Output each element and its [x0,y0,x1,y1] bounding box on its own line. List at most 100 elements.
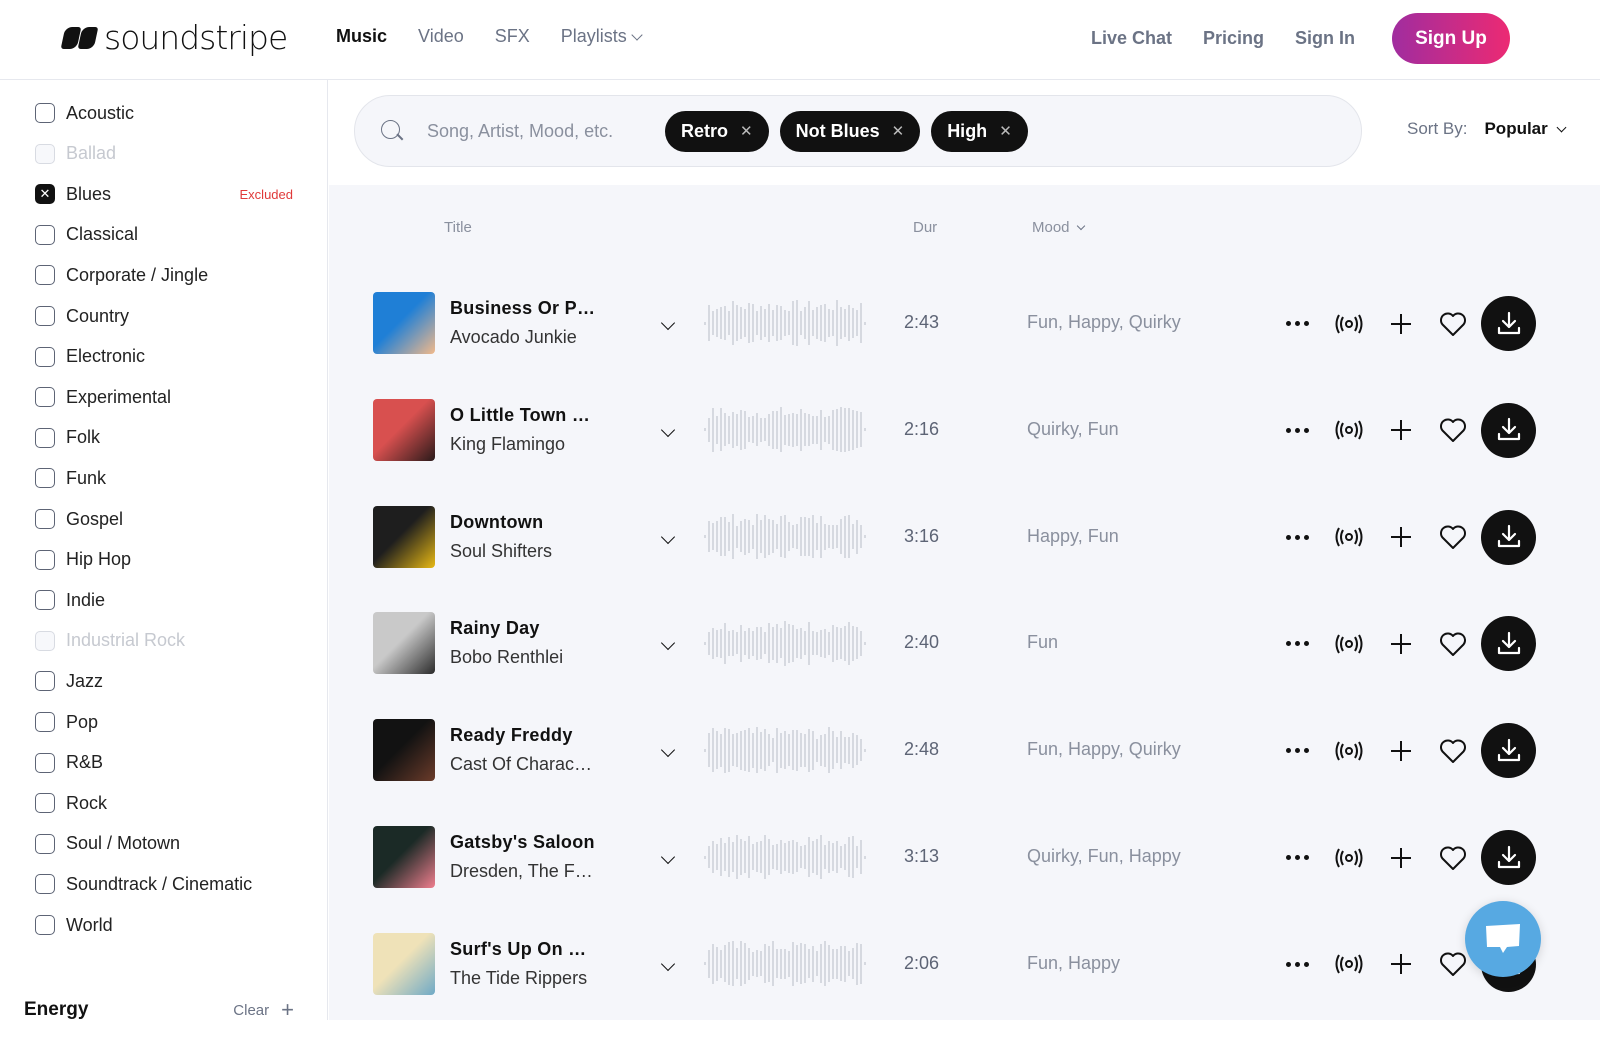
track-artist[interactable]: Dresden, The F… [450,861,593,882]
checkbox[interactable] [35,224,55,245]
search-input[interactable] [427,120,657,142]
add-to-playlist-icon[interactable] [1375,617,1427,671]
add-to-playlist-icon[interactable] [1375,831,1427,885]
genre-filter-item[interactable]: Soul / Motown [35,833,293,855]
similar-search-icon[interactable] [1323,403,1375,457]
similar-search-icon[interactable] [1323,297,1375,351]
energy-clear-button[interactable]: Clear [233,1002,269,1019]
track-title[interactable]: Ready Freddy [450,725,573,746]
waveform[interactable] [704,727,870,774]
album-art[interactable] [373,612,435,675]
track-artist[interactable]: The Tide Rippers [450,968,587,989]
track-row[interactable]: Rainy Day Bobo Renthlei 2:40 Fun [329,612,1600,719]
checkbox[interactable] [35,509,55,529]
nav-video[interactable]: Video [418,26,464,47]
checkbox[interactable] [35,793,55,814]
heart-icon[interactable] [1427,403,1479,457]
filter-chip-not-blues[interactable]: Not Blues ✕ [779,110,921,152]
waveform[interactable] [704,834,870,880]
chevron-down-icon[interactable] [660,956,676,971]
sign-up-button[interactable]: Sign Up [1392,13,1510,64]
genre-filter-item[interactable]: Soundtrack / Cinematic [35,873,293,895]
genre-filter-item[interactable]: Funk [35,467,293,489]
excluded-checkbox[interactable]: ✕ [35,184,55,205]
genre-filter-item[interactable]: Gospel [35,508,293,530]
add-to-playlist-icon[interactable] [1375,937,1427,991]
checkbox[interactable] [35,874,55,895]
genre-filter-item[interactable]: Hip Hop [35,549,293,571]
genre-filter-item[interactable]: Corporate / Jingle [35,264,293,286]
nav-music[interactable]: Music [336,26,387,47]
checkbox[interactable] [35,549,55,570]
checkbox[interactable] [35,427,55,448]
similar-search-icon[interactable] [1323,937,1375,991]
more-options-icon[interactable] [1271,403,1323,457]
live-chat-button[interactable] [1465,901,1541,977]
waveform[interactable] [704,300,870,346]
heart-icon[interactable] [1427,831,1479,885]
more-options-icon[interactable] [1271,831,1323,885]
track-artist[interactable]: Cast Of Charac… [450,754,592,775]
chevron-down-icon[interactable] [660,422,676,437]
track-row[interactable]: O Little Town … King Flamingo 2:16 Quirky, … [329,398,1600,506]
checkbox[interactable] [35,387,55,408]
similar-search-icon[interactable] [1323,617,1375,671]
track-title[interactable]: Business Or P… [450,298,595,319]
add-to-playlist-icon[interactable] [1375,724,1427,778]
track-row[interactable]: Downtown Soul Shifters 3:16 Happy, Fun [329,505,1600,613]
download-button[interactable] [1481,296,1536,351]
heart-icon[interactable] [1427,510,1479,564]
track-artist[interactable]: King Flamingo [450,434,565,455]
genre-filter-item[interactable]: Acoustic [35,102,293,124]
heart-icon[interactable] [1427,724,1479,778]
track-title[interactable]: O Little Town … [450,405,590,426]
download-button[interactable] [1481,402,1536,458]
close-icon[interactable]: ✕ [892,122,905,140]
track-title[interactable]: Downtown [450,512,543,533]
checkbox[interactable] [35,590,55,611]
sort-dropdown[interactable]: Sort By: Popular [1407,119,1567,139]
close-icon[interactable]: ✕ [999,122,1012,140]
chevron-down-icon[interactable] [660,849,676,865]
checkbox[interactable] [35,468,55,489]
genre-filter-item[interactable]: Country [35,305,293,327]
live-chat-link[interactable]: Live Chat [1091,28,1172,49]
plus-icon[interactable]: + [281,997,294,1020]
album-art[interactable] [373,826,435,888]
genre-filter-item[interactable]: Rock [35,792,293,814]
soundstripe-logo[interactable]: soundstripe [60,18,288,57]
checkbox[interactable] [35,712,55,732]
track-row[interactable]: Ready Freddy Cast Of Charac… 2:48 Fun, Happ… [329,719,1600,826]
waveform[interactable] [704,407,870,453]
track-artist[interactable]: Avocado Junkie [450,327,577,348]
genre-filter-item[interactable]: Electronic [35,346,293,368]
checkbox[interactable] [35,103,55,123]
chevron-down-icon[interactable] [660,529,676,544]
download-button[interactable] [1481,509,1536,565]
track-title[interactable]: Gatsby's Saloon [450,832,595,853]
genre-filter-item[interactable]: R&B [35,752,293,774]
waveform[interactable] [704,513,870,560]
checkbox[interactable] [35,915,55,935]
checkbox[interactable] [35,671,55,692]
close-icon[interactable]: ✕ [740,122,753,140]
genre-filter-item[interactable]: Classical [35,224,293,246]
waveform[interactable] [704,941,870,987]
checkbox[interactable] [35,346,55,367]
filter-chip-high[interactable]: High ✕ [931,110,1028,152]
genre-filter-item[interactable]: Pop [35,711,293,733]
album-art[interactable] [373,505,435,568]
add-to-playlist-icon[interactable] [1375,510,1427,564]
track-row[interactable]: Gatsby's Saloon Dresden, The F… 3:13 Quirky… [329,826,1600,933]
checkbox[interactable] [35,833,55,854]
album-art[interactable] [373,398,435,461]
add-to-playlist-icon[interactable] [1375,297,1427,351]
checkbox[interactable] [35,752,55,773]
download-button[interactable] [1481,616,1536,672]
more-options-icon[interactable] [1271,937,1323,991]
chevron-down-icon[interactable] [660,315,676,331]
heart-icon[interactable] [1427,617,1479,671]
filter-chip-retro[interactable]: Retro ✕ [665,110,769,152]
track-row[interactable]: Surf's Up On … The Tide Rippers 2:06 Fun, H… [329,932,1600,1040]
album-art[interactable] [373,932,435,995]
